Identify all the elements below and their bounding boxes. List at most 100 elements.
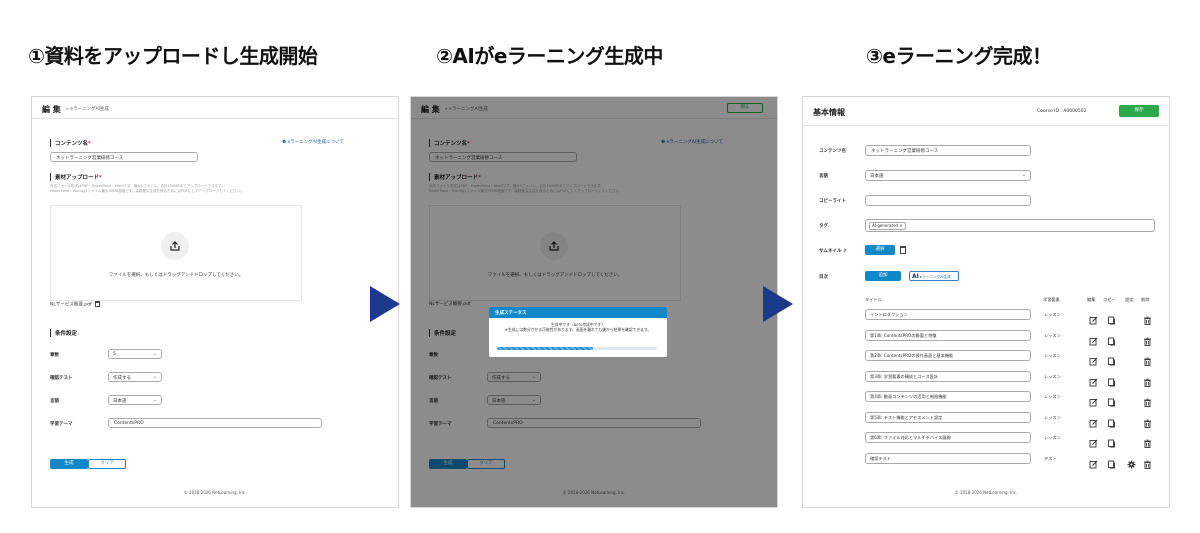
trash-icon[interactable] (1143, 331, 1152, 346)
col-delete: 削除 (1141, 297, 1150, 302)
toc-label: 目次 (819, 275, 828, 280)
drop-zone-text: ファイルを選択、もしくはドラッグアンドドロップしてください。 (108, 273, 244, 278)
toc-row-title-input[interactable]: イントロダクション (865, 309, 1031, 320)
copyright-label: コピーライト (819, 199, 846, 204)
toc-row-type: レッスン (1044, 435, 1061, 440)
edit-icon[interactable] (1089, 351, 1098, 366)
modal-backdrop (411, 97, 777, 507)
test-select[interactable]: 作成する ⌄ (108, 372, 162, 382)
clear-button[interactable]: クリア (88, 459, 126, 469)
language-select[interactable]: 日本語 ⌄ (108, 395, 162, 405)
toc-row-type: テスト (1044, 455, 1057, 461)
trash-icon[interactable] (95, 301, 101, 307)
trash-icon[interactable] (1143, 433, 1152, 448)
language-label: 言語 (819, 174, 828, 179)
completed-course-screen: 基本情報 Course ID : A0000502 保存 コンテンツ名 ネットラ… (802, 96, 1170, 508)
edit-icon[interactable] (1089, 372, 1098, 386)
editor-title: 編 集 (42, 105, 61, 114)
trash-icon[interactable] (1143, 392, 1152, 407)
toc-row-title-input[interactable]: 第2章: ContentsPROの操作画面と基本機能 (865, 350, 1031, 361)
toc-row-type: レッスン (1044, 332, 1061, 338)
language-select[interactable]: 日本語 ⌄ (865, 170, 1031, 181)
select-thumbnail-button[interactable]: 選択 (865, 245, 895, 255)
upload-icon (161, 232, 189, 260)
generation-status-modal: 生成ステータス 生成中です（60%作成中です） ※生成には数分かかる可能性があり… (489, 307, 667, 357)
copy-icon[interactable] (1107, 351, 1116, 366)
toc-row-title-input[interactable]: 第1章: ContentsPROの概要と特徴 (865, 329, 1031, 341)
step-3-title: ③eラーニング完成！ (866, 44, 1052, 68)
content-name-label: コンテンツ名* (50, 139, 91, 147)
next-arrow-icon (763, 286, 793, 322)
col-settings: 設定 (1125, 297, 1134, 302)
theme-input[interactable]: ContentsPRO (108, 418, 322, 428)
toc-row-title-input[interactable]: 第3章: 学習要素の構成とコース設計 (865, 370, 1031, 382)
ai-generate-button[interactable]: AIeラーニングAI生成 (909, 271, 959, 281)
copy-icon[interactable] (1107, 310, 1116, 325)
trash-icon[interactable] (1143, 372, 1152, 387)
edit-icon[interactable] (1089, 454, 1098, 468)
content-name-label: コンテンツ名 (819, 149, 846, 154)
generating-screen: 編 集 » eラーニングAI生成 閉る コンテンツ名* ❶ eラーニングAI生成… (410, 96, 778, 508)
copy-icon[interactable] (1107, 372, 1116, 386)
toc-row: 第5章: テスト機能とアセスメント設定 レッスン (803, 411, 1169, 428)
uploaded-file: NLサービス概要.pdf (50, 301, 101, 308)
progress-bar (497, 347, 657, 350)
thumbnail-label: サムネイル ⑦ (819, 249, 847, 254)
progress-fill (497, 347, 593, 350)
generate-button[interactable]: 生成 (50, 459, 88, 469)
copy-icon[interactable] (1107, 433, 1116, 448)
tag-label: タグ (819, 224, 828, 229)
footer: © 2018-2026 NetLearning, Inc. (954, 490, 1018, 495)
upload-label: 素材アップロード* (50, 173, 102, 181)
editor-header: 編 集 » eラーニングAI生成 (32, 97, 398, 119)
copy-icon[interactable] (1107, 392, 1116, 407)
toc-row-type: レッスン (1044, 414, 1061, 420)
add-toc-button[interactable]: 追加 (865, 271, 901, 281)
chevron-down-icon: ⌄ (152, 351, 157, 357)
step-2-title: ②AIがeラーニング生成中 (436, 44, 663, 68)
copy-icon[interactable] (1107, 413, 1116, 427)
file-drop-zone[interactable]: ファイルを選択、もしくはドラッグアンドドロップしてください。 (50, 205, 302, 301)
trash-icon[interactable] (1143, 310, 1152, 325)
edit-icon[interactable] (1089, 331, 1098, 345)
about-ai-link[interactable]: ❶ eラーニングAI生成について (282, 139, 344, 145)
trash-icon[interactable] (1143, 454, 1152, 469)
copy-icon[interactable] (1107, 331, 1116, 345)
content-name-input[interactable]: ネットラーニング営業研修コース (50, 152, 198, 162)
toc-row-title-input[interactable]: 第4章: 動画コンテンツの活用と制限機能 (865, 391, 1031, 402)
trash-icon[interactable] (1143, 413, 1152, 428)
tag-chip[interactable]: AI-generated × (869, 222, 906, 230)
modal-title: 生成ステータス (489, 307, 667, 318)
gear-icon[interactable] (1127, 454, 1136, 468)
trash-icon[interactable] (1143, 351, 1152, 366)
save-button[interactable]: 保存 (1119, 105, 1159, 117)
chevron-down-icon: ⌄ (152, 397, 157, 403)
edit-icon[interactable] (1089, 310, 1098, 325)
footer: © 2018-2026 NetLearning, Inc. (183, 490, 247, 495)
trash-icon[interactable] (900, 246, 906, 254)
toc-row-title-input[interactable]: 確認テスト (865, 452, 1031, 464)
tag-input[interactable]: AI-generated × (865, 219, 1155, 232)
copy-icon[interactable] (1107, 454, 1116, 468)
copyright-input[interactable] (865, 195, 1031, 206)
chapters-select[interactable]: 5 ⌄ (108, 349, 162, 359)
toc-row: 第4章: 動画コンテンツの活用と制限機能 レッスン (803, 391, 1169, 407)
tutorial-figure: ①資料をアップロードし生成開始 ②AIがeラーニング生成中 ③eラーニング完成！… (0, 0, 1200, 533)
divider (803, 125, 1169, 126)
step-1-title: ①資料をアップロードし生成開始 (28, 44, 318, 68)
language-label: 言語 (50, 399, 59, 404)
toc-row: 確認テスト テスト (803, 452, 1169, 469)
course-id: Course ID : A0000502 (1037, 109, 1087, 114)
test-label: 確認テスト (50, 376, 73, 381)
edit-icon[interactable] (1089, 413, 1098, 427)
theme-label: 学習テーマ (50, 422, 73, 427)
edit-icon[interactable] (1089, 392, 1098, 407)
content-name-input[interactable]: ネットラーニング営業研修コース (865, 145, 1031, 156)
toc-row-title-input[interactable]: 第5章: テスト機能とアセスメント設定 (865, 411, 1031, 423)
col-copy: コピー (1103, 297, 1116, 302)
toc-row-type: レッスン (1044, 394, 1061, 399)
toc-row-title-input[interactable]: 第6章: ファイル対応とマルチデバイス展開 (865, 432, 1031, 443)
edit-icon[interactable] (1089, 433, 1098, 448)
toc-row: 第6章: ファイル対応とマルチデバイス展開 レッスン (803, 432, 1169, 448)
toc-row: 第3章: 学習要素の構成とコース設計 レッスン (803, 370, 1169, 387)
